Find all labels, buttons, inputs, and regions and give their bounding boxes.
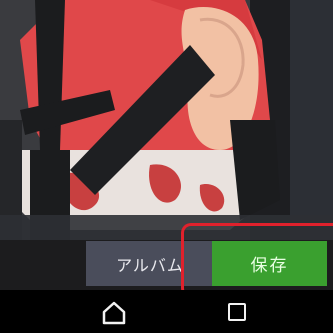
photo-preview — [0, 0, 333, 240]
save-button-label: 保存 — [250, 256, 289, 276]
album-button[interactable]: アルバム — [86, 241, 214, 286]
album-button-label: アルバム — [116, 255, 184, 275]
system-nav-bar — [0, 290, 333, 333]
recents-icon[interactable] — [228, 303, 246, 321]
save-button[interactable]: 保存 — [212, 241, 327, 286]
photo-image — [0, 0, 333, 240]
home-icon[interactable] — [101, 301, 127, 325]
